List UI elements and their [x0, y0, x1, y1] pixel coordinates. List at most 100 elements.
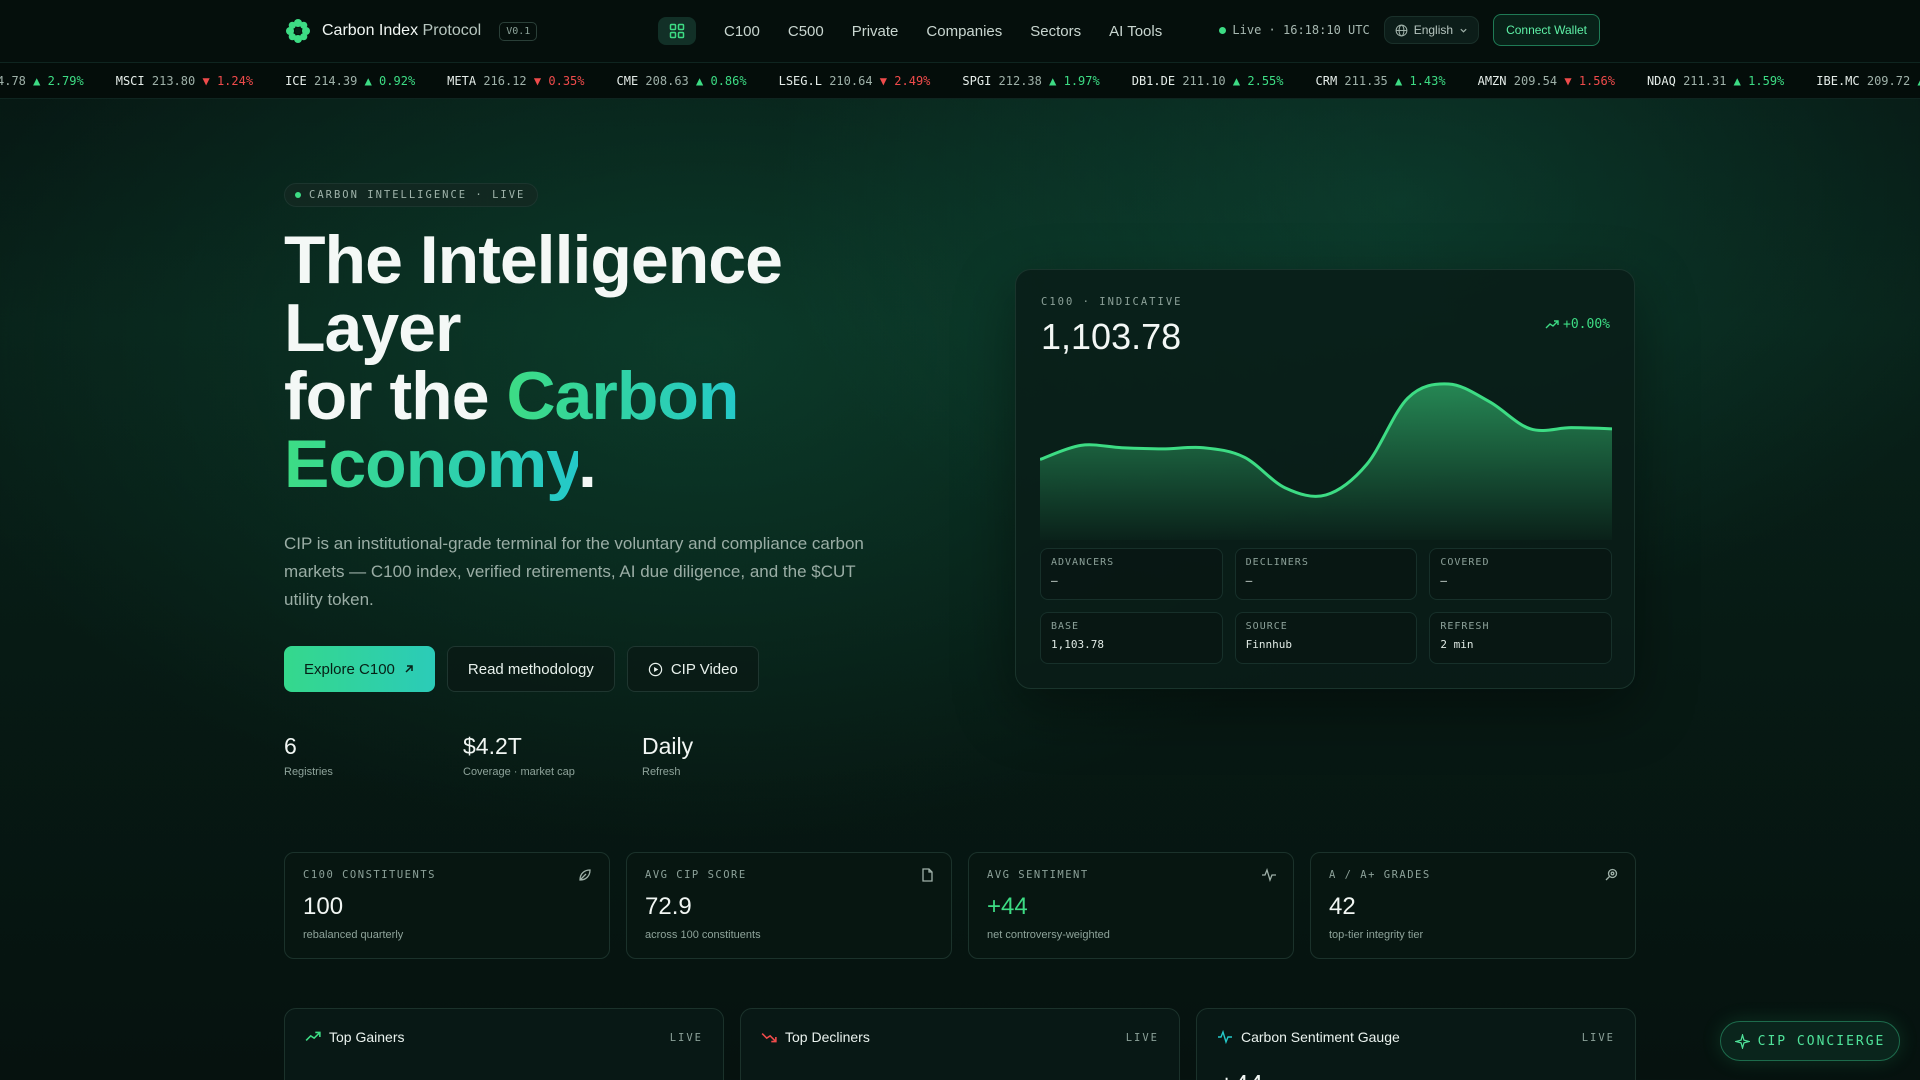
- index-change-value: +0.00%: [1563, 317, 1610, 332]
- headline-line-3: for the Carbon: [284, 358, 739, 434]
- metric-subtext: rebalanced quarterly: [303, 929, 404, 941]
- ticker-change: 2.55%: [1247, 74, 1284, 88]
- ticker-symbol: ICE: [285, 74, 307, 88]
- ticker-symbol: IBE.MC: [1816, 74, 1860, 88]
- nav-link-companies[interactable]: Companies: [926, 23, 1002, 40]
- cip-concierge-button[interactable]: CIP CONCIERGE: [1720, 1021, 1900, 1061]
- arrow-down-icon: ▼: [533, 74, 542, 88]
- ticker-item[interactable]: IBE.MC 209.72 ▲: [1816, 74, 1920, 88]
- panel-title-text: Top Gainers: [329, 1029, 405, 1045]
- panel-live-tag: LIVE: [1125, 1032, 1159, 1044]
- nav-link-c500[interactable]: C500: [788, 23, 824, 40]
- nav-link-c100[interactable]: C100: [724, 23, 760, 40]
- ticker-item[interactable]: SPGI 212.38 ▲ 1.97%: [962, 74, 1099, 88]
- metric-card: AVG SENTIMENT +44 net controversy-weighted: [968, 852, 1294, 959]
- panel-title: Top Decliners: [761, 1029, 1159, 1045]
- index-stat-value: —: [1245, 574, 1253, 587]
- ticker-item[interactable]: 4.78 ▲ 2.79%: [0, 74, 84, 88]
- metric-subtext: net controversy-weighted: [987, 929, 1110, 941]
- ticker-price: 209.54: [1513, 74, 1558, 88]
- arrow-up-icon: ▲: [364, 74, 372, 88]
- live-dot-icon: [295, 192, 301, 198]
- stat-coverage: $4.2T Coverage · market cap: [463, 733, 642, 778]
- live-dot-icon: [1219, 26, 1227, 34]
- language-selector[interactable]: English: [1383, 16, 1480, 44]
- hero-buttons: Explore C100 Read methodology CIP Video: [284, 646, 759, 692]
- nav-link-private[interactable]: Private: [852, 23, 899, 40]
- metrics-row: C100 CONSTITUENTS 100 rebalanced quarterly…: [284, 852, 1636, 959]
- stat-refresh: Daily Refresh: [642, 733, 821, 778]
- stat-value: 6: [284, 733, 297, 759]
- index-stats-grid: ADVANCERS — DECLINERS — COVERED — BASE 1,103.78…: [1040, 548, 1612, 664]
- live-badge: CARBON INTELLIGENCE · LIVE: [284, 183, 539, 207]
- video-label: CIP Video: [670, 660, 738, 678]
- read-methodology-button[interactable]: Read methodology: [446, 646, 615, 692]
- index-card-label: C100 · INDICATIVE: [1041, 296, 1183, 308]
- chevron-down-icon: [1460, 28, 1467, 33]
- connect-wallet-button[interactable]: Connect Wallet: [1493, 14, 1600, 46]
- trending-down-icon: [761, 1033, 777, 1043]
- brand[interactable]: Carbon Index Protocol V0.1: [284, 17, 538, 45]
- metric-label: AVG SENTIMENT: [987, 869, 1089, 881]
- ticker-item[interactable]: ICE 214.39 ▲ 0.92%: [285, 74, 415, 88]
- language-label: English: [1413, 23, 1454, 37]
- index-stat-key: SOURCE: [1245, 621, 1288, 632]
- index-stat-advancers: ADVANCERS —: [1040, 548, 1223, 600]
- metric-subtext: across 100 constituents: [645, 929, 761, 941]
- nav-link-sectors[interactable]: Sectors: [1030, 23, 1081, 40]
- headline-line-4: Economy.: [284, 426, 597, 502]
- nav-right: Live · 16:18:10 UTC English Connect Wall…: [1219, 14, 1600, 46]
- ticker-change: 0.92%: [379, 74, 416, 88]
- index-stat-decliners: DECLINERS —: [1234, 548, 1418, 600]
- stat-value: $4.2T: [463, 733, 522, 759]
- explore-c100-button[interactable]: Explore C100: [284, 646, 435, 692]
- arrow-up-icon: ▲: [696, 74, 704, 88]
- ticker-item[interactable]: AMZN 209.54 ▼ 1.56%: [1478, 74, 1615, 88]
- ticker-item[interactable]: DB1.DE 211.10 ▲ 2.55%: [1132, 74, 1284, 88]
- ticker-change: 1.56%: [1578, 74, 1615, 88]
- index-stat-value: —: [1440, 574, 1447, 587]
- ticker-item[interactable]: CME 208.63 ▲ 0.86%: [617, 74, 747, 88]
- panel-title-text: Carbon Sentiment Gauge: [1241, 1029, 1400, 1045]
- index-stat-source: SOURCE Finnhub: [1234, 612, 1418, 664]
- globe-icon: [1395, 24, 1408, 36]
- arrow-down-icon: ▼: [202, 74, 210, 88]
- ticker-price: 211.10: [1182, 74, 1226, 88]
- ticker-symbol: DB1.DE: [1131, 74, 1176, 88]
- ticker-symbol: META: [447, 74, 477, 88]
- ticker-change: 0.35%: [548, 74, 585, 88]
- ticker-price: 216.12: [483, 74, 527, 88]
- version-badge: V0.1: [499, 21, 538, 41]
- ticker-price: 4.78: [0, 74, 26, 88]
- index-stat-value: 2 min: [1440, 638, 1474, 651]
- play-circle-icon: [648, 662, 663, 676]
- index-stat-key: ADVANCERS: [1051, 557, 1115, 568]
- top-gainers-panel: Top Gainers LIVE: [284, 1008, 724, 1080]
- cip-video-button[interactable]: CIP Video: [626, 646, 759, 692]
- ticker-symbol: CME: [616, 74, 639, 88]
- metric-label: A / A+ GRADES: [1329, 869, 1431, 881]
- ticker-change: 2.79%: [47, 74, 84, 88]
- arrow-up-icon: ▲: [1232, 74, 1241, 88]
- index-stat-covered: COVERED —: [1429, 548, 1612, 600]
- ticker-change: 1.97%: [1063, 74, 1100, 88]
- c100-index-card: C100 · INDICATIVE 1,103.78 +0.00% ADVANC…: [1015, 269, 1635, 689]
- arrow-down-icon: ▼: [1564, 74, 1572, 88]
- ticker-item[interactable]: NDAQ 211.31 ▲ 1.59%: [1647, 74, 1784, 88]
- top-nav: Carbon Index Protocol V0.1 C100 C500 Pri…: [0, 0, 1920, 63]
- metric-label: AVG CIP SCORE: [645, 869, 747, 881]
- nav-links: C100 C500 Private Companies Sectors AI T…: [658, 17, 1162, 45]
- ticker-item[interactable]: MSCI 213.80 ▼ 1.24%: [116, 74, 253, 88]
- ticker-item[interactable]: META 216.12 ▼ 0.35%: [447, 74, 584, 88]
- index-change: +0.00%: [1545, 317, 1610, 332]
- arrow-up-icon: ▲: [1733, 74, 1741, 88]
- index-stat-base: BASE 1,103.78: [1040, 612, 1223, 664]
- ticker-item[interactable]: LSEG.L 210.64 ▼ 2.49%: [779, 74, 931, 88]
- ticker-item[interactable]: CRM 211.35 ▲ 1.43%: [1316, 74, 1446, 88]
- dashboard-grid-button[interactable]: [658, 17, 696, 45]
- ticker-change: 1.43%: [1409, 74, 1446, 88]
- metric-value: 100: [303, 893, 344, 920]
- brand-name: Carbon Index Protocol: [322, 22, 482, 39]
- stat-value: Daily: [642, 733, 694, 759]
- nav-link-ai-tools[interactable]: AI Tools: [1109, 23, 1162, 40]
